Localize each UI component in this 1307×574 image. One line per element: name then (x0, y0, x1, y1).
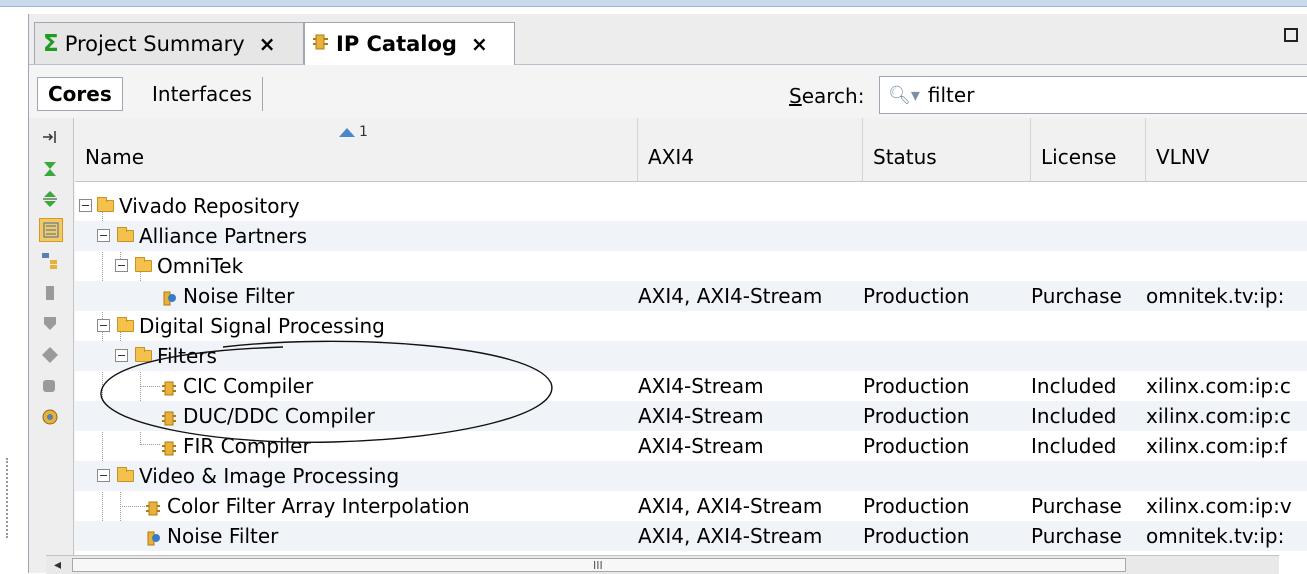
expand-icon[interactable] (39, 188, 61, 210)
close-icon[interactable]: × (259, 32, 276, 56)
catalog-sidebar (29, 118, 74, 573)
row-vlnv: omnitek.tv:ip: (1146, 284, 1285, 308)
sigma-icon: Σ (43, 30, 59, 57)
row-axi4: AXI4-Stream (638, 404, 764, 428)
row-name: Video & Image Processing (139, 464, 400, 488)
settings-icon[interactable] (39, 406, 61, 428)
tab-ip-catalog[interactable]: IP Catalog × (304, 22, 515, 65)
collapse-toggle[interactable] (115, 259, 128, 272)
ip-core-icon (313, 32, 329, 56)
table-header: 1 Name AXI4 Status License VLNV (75, 118, 1307, 182)
panel-resize-grip[interactable] (6, 458, 12, 538)
folder-icon (97, 197, 114, 212)
close-icon[interactable]: × (471, 32, 488, 56)
search-value: filter (927, 83, 975, 107)
ip-core-icon (145, 498, 161, 516)
annotation-ellipse (100, 340, 553, 443)
tab-bar: Σ Project Summary × IP Catalog × (29, 14, 1307, 65)
row-status: Production (863, 374, 970, 398)
sort-indicator: 1 (339, 124, 368, 140)
row-vlnv: xilinx.com:ip:f (1146, 434, 1287, 458)
hierarchy-icon[interactable] (39, 250, 61, 272)
table-row[interactable]: Color Filter Array Interpolation AXI4, A… (75, 491, 1307, 521)
row-axi4: AXI4, AXI4-Stream (638, 524, 823, 548)
row-axi4: AXI4-Stream (638, 434, 764, 458)
row-vlnv: omnitek.tv:ip: (1146, 524, 1285, 548)
row-status: Production (863, 494, 970, 518)
collapse-icon[interactable] (39, 126, 61, 148)
sort-ascending-icon (339, 127, 355, 137)
row-vlnv: xilinx.com:ip:v (1146, 494, 1292, 518)
row-license: Included (1031, 404, 1117, 428)
ip-icon (39, 344, 61, 366)
expand-all-icon[interactable] (39, 158, 61, 180)
horizontal-scrollbar[interactable]: ◂ III (46, 555, 1279, 574)
row-axi4: AXI4-Stream (638, 374, 764, 398)
tab-label: Project Summary (64, 31, 245, 56)
ip-core-icon (145, 528, 161, 546)
row-status: Production (863, 524, 970, 548)
table-row[interactable]: Alliance Partners (75, 221, 1307, 251)
scroll-left-icon[interactable]: ◂ (54, 557, 61, 573)
row-name: OmniTek (157, 254, 244, 278)
search-icon: 🔍︎▾ (888, 84, 920, 106)
tab-interfaces[interactable]: Interfaces (142, 77, 263, 111)
row-axi4: AXI4, AXI4-Stream (638, 494, 823, 518)
folder-icon (117, 227, 134, 242)
tab-label: IP Catalog (336, 32, 457, 56)
row-name: Noise Filter (183, 284, 295, 308)
row-name: Noise Filter (167, 524, 279, 548)
compatible-icon (39, 282, 61, 304)
row-status: Production (863, 284, 970, 308)
tab-project-summary[interactable]: Σ Project Summary × (34, 22, 304, 64)
group-by-icon[interactable] (39, 218, 63, 242)
window-top-border (0, 0, 1307, 7)
search-label: Search: (789, 84, 865, 108)
collapse-toggle[interactable] (79, 199, 92, 212)
search-input[interactable]: 🔍︎▾ filter (879, 76, 1307, 114)
folder-icon (135, 257, 152, 272)
grip-icon: III (593, 559, 603, 572)
tab-cores[interactable]: Cores (37, 77, 123, 111)
row-license: Included (1031, 434, 1117, 458)
folder-icon (117, 467, 134, 482)
row-license: Included (1031, 374, 1117, 398)
row-license: Purchase (1031, 284, 1122, 308)
table-row[interactable]: Vivado Repository (75, 191, 1307, 221)
table-row[interactable]: OmniTek (75, 251, 1307, 281)
row-vlnv: xilinx.com:ip:c (1146, 374, 1291, 398)
row-status: Production (863, 404, 970, 428)
scrollbar-thumb[interactable]: III (72, 558, 1126, 572)
addon-icon (39, 312, 61, 334)
row-status: Production (863, 434, 970, 458)
table-row[interactable]: Video & Image Processing (75, 461, 1307, 491)
table-row[interactable]: Noise Filter AXI4, AXI4-Stream Productio… (75, 521, 1307, 551)
column-header-vlnv[interactable]: VLNV (1146, 118, 1307, 181)
restore-icon[interactable] (1284, 28, 1298, 42)
collapse-toggle[interactable] (97, 469, 110, 482)
row-name: Color Filter Array Interpolation (167, 494, 470, 518)
row-license: Purchase (1031, 494, 1122, 518)
folder-icon (117, 317, 134, 332)
column-header-status[interactable]: Status (863, 118, 1031, 181)
row-axi4: AXI4, AXI4-Stream (638, 284, 823, 308)
column-header-axi4[interactable]: AXI4 (638, 118, 863, 181)
ip-catalog-panel: Σ Project Summary × IP Catalog × Cores I… (28, 14, 1307, 573)
row-name: Alliance Partners (139, 224, 308, 248)
row-vlnv: xilinx.com:ip:c (1146, 404, 1291, 428)
collapse-toggle[interactable] (97, 319, 110, 332)
row-license: Purchase (1031, 524, 1122, 548)
column-header-name[interactable]: 1 Name (75, 118, 638, 181)
repository-icon (39, 374, 61, 396)
column-header-license[interactable]: License (1031, 118, 1146, 181)
catalog-toolbar: Cores Interfaces Search: 🔍︎▾ filter (29, 65, 1307, 117)
ip-core-icon (161, 288, 177, 306)
table-row[interactable]: Noise Filter AXI4, AXI4-Stream Productio… (75, 281, 1307, 311)
collapse-toggle[interactable] (97, 229, 110, 242)
row-name: Vivado Repository (119, 194, 300, 218)
